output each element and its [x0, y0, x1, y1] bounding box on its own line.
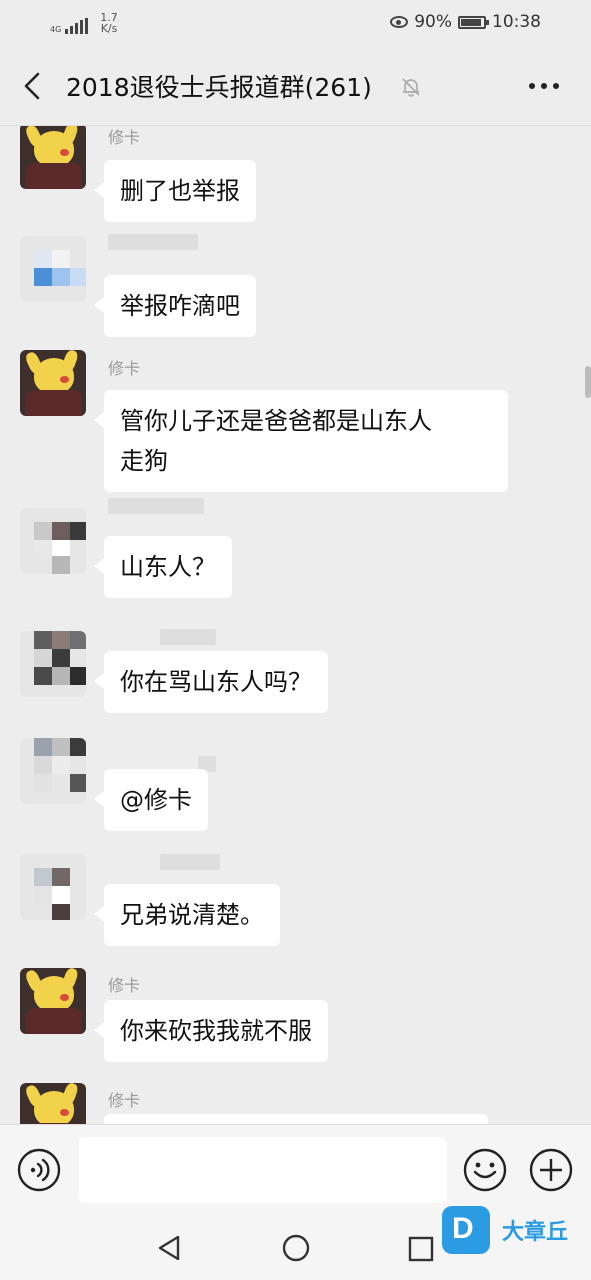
avatar[interactable]: [20, 1083, 86, 1124]
emoji-icon[interactable]: [463, 1148, 507, 1192]
eye-icon: [390, 16, 409, 28]
status-right: 90% 10:38: [390, 12, 541, 32]
blurred-sender-name: [160, 854, 220, 870]
message-bubble[interactable]: 你来砍我我就不服: [94, 1000, 328, 1062]
message-bubble[interactable]: 管你儿子还是爸爸都是山东人 走狗: [94, 390, 508, 492]
signal-icon: [65, 18, 89, 34]
avatar[interactable]: [20, 350, 86, 416]
message-bubble[interactable]: 山东人？: [94, 536, 232, 598]
avatar[interactable]: [20, 854, 86, 920]
watermark-logo: D 大章丘: [442, 1206, 588, 1256]
message-bubble[interactable]: 你在骂山东人吗？: [94, 651, 328, 713]
message-bubble[interactable]: 删了也举报: [94, 160, 256, 222]
avatar[interactable]: [20, 126, 86, 189]
message-bubble[interactable]: 举报咋滴吧: [94, 275, 256, 337]
status-left: 4G 1.7 K/s: [50, 12, 118, 34]
nav-home-icon[interactable]: [282, 1234, 310, 1262]
watermark-text: 大章丘: [502, 1220, 569, 1245]
avatar[interactable]: [20, 631, 86, 697]
nav-recent-icon[interactable]: [408, 1236, 434, 1262]
blurred-sender-name: [108, 498, 204, 514]
sender-name: 修卡: [108, 128, 141, 147]
plus-icon[interactable]: [529, 1148, 573, 1192]
blurred-sender-name: [160, 629, 216, 645]
chevron-left-icon[interactable]: [22, 72, 44, 100]
battery-percent: 90%: [414, 12, 452, 32]
title-bar: 2018退役士兵报道群(261): [0, 46, 591, 126]
message-bubble[interactable]: [104, 1114, 488, 1124]
message-bubble[interactable]: 兄弟说清楚。: [94, 884, 280, 946]
sender-name: 修卡: [108, 359, 141, 378]
bell-off-icon: [402, 78, 420, 97]
voice-icon[interactable]: [17, 1148, 61, 1192]
message-bubble[interactable]: @修卡: [94, 769, 208, 831]
sender-name: 修卡: [108, 976, 141, 995]
message-input[interactable]: [79, 1137, 447, 1203]
chat-title[interactable]: 2018退役士兵报道群(261): [66, 68, 372, 104]
sender-name: 修卡: [108, 1091, 141, 1110]
avatar[interactable]: [20, 236, 86, 302]
status-bar: 4G 1.7 K/s 90% 10:38: [0, 0, 591, 46]
watermark-logo-icon: D: [442, 1206, 490, 1254]
input-bar: [0, 1124, 591, 1214]
nav-back-icon[interactable]: [156, 1234, 182, 1262]
clock: 10:38: [492, 12, 541, 32]
chat-area[interactable]: 修卡 删了也举报 举报咋滴吧 修卡 管你儿子还是爸爸都是山东人 走狗 山东人？ …: [0, 126, 591, 1124]
avatar[interactable]: [20, 508, 86, 574]
blurred-sender-name: [108, 234, 198, 250]
avatar[interactable]: [20, 738, 86, 804]
net-speed-unit: K/s: [100, 22, 118, 35]
more-dots-icon[interactable]: [528, 80, 560, 92]
scroll-indicator[interactable]: [585, 366, 591, 398]
avatar[interactable]: [20, 968, 86, 1034]
network-type: 4G: [50, 25, 62, 34]
net-speed: 1.7 K/s: [100, 12, 118, 34]
battery-icon: [458, 15, 489, 29]
